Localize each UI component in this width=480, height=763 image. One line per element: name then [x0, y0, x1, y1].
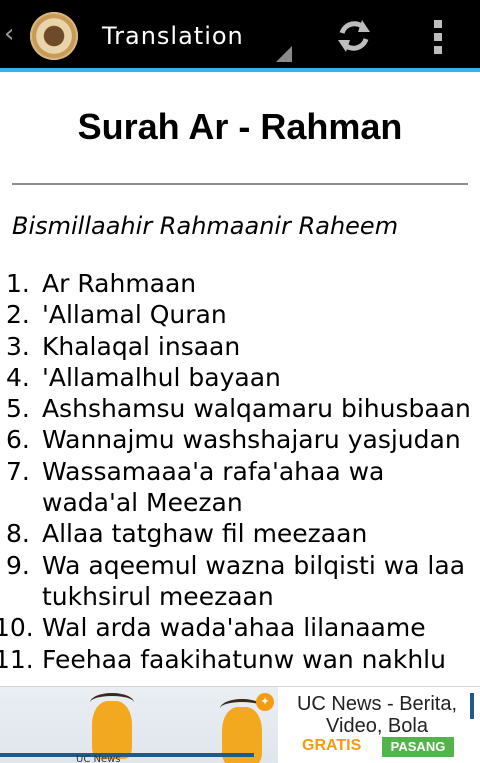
verse-text: Ashshamsu walqamaru bihusbaan — [42, 394, 471, 424]
verse-number: 11. — [0, 644, 34, 674]
ad-image[interactable]: ✦ UC News — [0, 687, 278, 763]
verse-item: 1. Ar Rahmaan — [6, 268, 480, 299]
verse-item: 2. 'Allamal Quran — [6, 299, 480, 330]
ad-free-label: GRATIS — [302, 737, 362, 754]
verse-number: 10. — [0, 613, 34, 643]
verse-text: Wal arda wada'ahaa lilanaame — [42, 613, 426, 643]
quran-emblem-icon[interactable] — [30, 12, 78, 60]
verse-text: Ar Rahmaan — [42, 269, 197, 298]
verse-item: 8. Allaa tatghaw fil meezaan — [6, 518, 480, 549]
verse-item: 9. Wa aqeemul wazna bilqisti wa laa tukhs… — [6, 550, 480, 613]
action-bar: ‹ Translation — [0, 0, 480, 72]
verse-number: 9. — [6, 550, 30, 580]
overflow-menu-icon[interactable] — [426, 18, 450, 54]
refresh-icon[interactable] — [334, 16, 374, 56]
verse-text: Wannajmu washshajaru yasjudan — [42, 425, 461, 455]
verse-number: 4. — [6, 362, 30, 392]
title-divider — [12, 183, 468, 185]
bismillah-line: Bismillaahir Rahmaanir Raheem — [12, 212, 399, 240]
verse-item: 7. Wassamaaa'a rafa'ahaa wa wada'al Meeza… — [6, 456, 480, 519]
ad-headline[interactable]: UC News - Berita, Video, Bola — [290, 693, 464, 737]
verse-item: 11. Feehaa faakihatunw wan nakhlu — [0, 644, 480, 675]
verse-item: 4. 'Allamalhul bayaan — [6, 362, 480, 393]
verse-number: 5. — [6, 394, 30, 424]
verse-text: 'Allamal Quran — [42, 300, 227, 330]
verse-item: 3. Khalaqal insaan — [6, 331, 480, 362]
verse-number: 1. — [6, 269, 30, 298]
verse-number: 8. — [6, 519, 30, 549]
verse-text: 'Allamalhul bayaan — [42, 362, 281, 392]
verse-text: Wa aqeemul wazna bilqisti wa laa tukhsir… — [42, 550, 466, 611]
uc-badge-icon: ✦ — [256, 693, 274, 711]
uc-deer-mascot-icon — [92, 701, 132, 759]
verse-number: 6. — [6, 425, 30, 455]
spinner-dropdown-indicator-icon[interactable] — [276, 46, 292, 62]
ad-edge-marker — [470, 693, 474, 719]
verse-text: Wassamaaa'a rafa'ahaa wa wada'al Meezan — [42, 456, 385, 518]
ad-image-bar — [0, 753, 254, 757]
verse-number: 2. — [6, 300, 30, 330]
ad-banner[interactable]: ✦ UC News UC News - Berita, Video, Bola … — [0, 686, 480, 763]
verse-item: 6. Wannajmu washshajaru yasjudan — [6, 424, 480, 455]
verse-item: 10. Wal arda wada'ahaa lilanaame — [0, 612, 480, 643]
verse-text: Khalaqal insaan — [42, 331, 241, 361]
ad-install-button[interactable]: PASANG — [382, 737, 454, 757]
verse-number: 3. — [6, 331, 30, 361]
surah-title: Surah Ar - Rahman — [77, 106, 403, 147]
translation-content[interactable]: Surah Ar - Rahman Bismillaahir Rahmaanir… — [0, 72, 480, 686]
verse-text: Allaa tatghaw fil meezaan — [42, 519, 368, 549]
up-navigation-icon[interactable]: ‹ — [4, 21, 18, 47]
verse-text: Feehaa faakihatunw wan nakhlu — [42, 644, 446, 674]
verse-item: 5. Ashshamsu walqamaru bihusbaan — [6, 393, 480, 424]
verse-number: 7. — [6, 456, 30, 486]
screen-title[interactable]: Translation — [102, 20, 244, 52]
verse-list: 1. Ar Rahmaan 2. 'Allamal Quran 3. Khalaqal… — [0, 268, 480, 675]
